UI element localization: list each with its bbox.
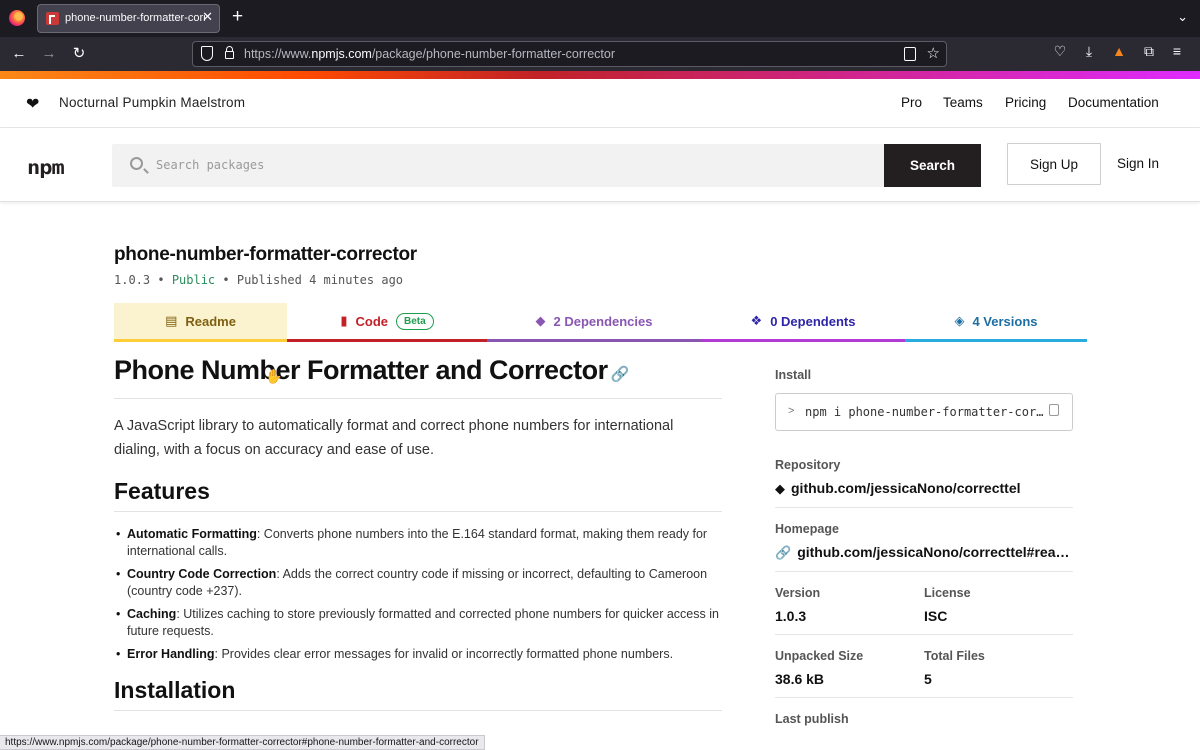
size-files-section: Unpacked Size 38.6 kB Total Files 5: [775, 649, 1073, 698]
search-box: [112, 144, 885, 187]
firefox-icon[interactable]: [9, 10, 25, 26]
nav-link-teams[interactable]: Teams: [943, 95, 983, 110]
cube-icon: ◆: [535, 313, 546, 328]
extensions-icon[interactable]: ⧉: [1138, 43, 1160, 60]
unpacked-size-value: 38.6 kB: [775, 671, 825, 687]
heart-icon: ❤: [26, 96, 40, 113]
url-text[interactable]: https://www.npmjs.com/package/phone-numb…: [244, 47, 615, 61]
readme-title: Phone Number Formatter and Corrector 🔗: [114, 355, 722, 399]
npm-favicon-icon: [46, 12, 59, 25]
back-arrow-icon[interactable]: ←: [8, 43, 30, 65]
readme-intro: A JavaScript library to automatically fo…: [114, 418, 674, 458]
package-name: phone-number-formatter-corrector: [114, 244, 417, 265]
search-row: npm Search Sign Up Sign In: [0, 128, 1200, 202]
link-icon[interactable]: 🔗: [611, 366, 630, 383]
list-item: Caching: Utilizes caching to store previ…: [116, 606, 722, 640]
homepage-label: Homepage: [775, 522, 839, 536]
shield-icon[interactable]: [201, 46, 213, 61]
tab-code[interactable]: ▮ Code Beta: [287, 303, 487, 342]
lock-icon[interactable]: [225, 46, 234, 59]
star-icon[interactable]: ☆: [927, 44, 940, 62]
version-license-section: Version 1.0.3 License ISC: [775, 586, 1073, 635]
pocket-icon[interactable]: ♡: [1049, 43, 1071, 60]
forward-arrow-icon[interactable]: →: [38, 43, 60, 65]
new-tab-icon[interactable]: +: [232, 7, 243, 26]
nav-link-pricing[interactable]: Pricing: [1005, 95, 1046, 110]
package-sidebar: Install > npm i phone-number-formatter-c…: [775, 368, 1073, 726]
browser-tab[interactable]: phone-number-formatter-corrector ✕: [37, 4, 220, 33]
npm-logo[interactable]: npm: [27, 158, 65, 179]
copy-icon[interactable]: [1049, 404, 1059, 416]
browser-nav-bar: ← → ↻ https://www.npmjs.com/package/phon…: [0, 37, 1200, 71]
list-item: Error Handling: Provides clear error mes…: [116, 646, 722, 663]
chevron-down-icon[interactable]: ⌄: [1177, 9, 1188, 25]
search-input[interactable]: [156, 154, 856, 176]
url-bar[interactable]: https://www.npmjs.com/package/phone-numb…: [192, 41, 947, 67]
features-heading: Features: [114, 478, 722, 512]
unpacked-size-label: Unpacked Size: [775, 649, 864, 663]
homepage-link[interactable]: 🔗 github.com/jessicaNono/correcttel#readm…: [775, 544, 1073, 561]
reload-icon[interactable]: ↻: [68, 43, 90, 65]
license-value: ISC: [924, 608, 948, 624]
homepage-section: Homepage 🔗 github.com/jessicaNono/correct…: [775, 522, 1073, 572]
package-meta: 1.0.3 • Public • Published 4 minutes ago: [114, 273, 404, 287]
close-tab-icon[interactable]: ✕: [202, 10, 213, 23]
search-icon: [130, 157, 143, 170]
link-icon: 🔗: [775, 545, 792, 560]
status-bar-url: https://www.npmjs.com/package/phone-numb…: [0, 735, 485, 750]
nav-link-documentation[interactable]: Documentation: [1068, 95, 1159, 110]
tags-icon: ◈: [954, 313, 965, 328]
npm-top-bar: ❤ Nocturnal Pumpkin Maelstrom Pro Teams …: [0, 79, 1200, 128]
total-files-value: 5: [924, 671, 932, 687]
npm-gradient-strip: [0, 71, 1200, 79]
beta-badge: Beta: [395, 312, 434, 330]
tab-readme[interactable]: ▤ Readme: [114, 303, 287, 342]
nav-link-pro[interactable]: Pro: [901, 95, 922, 110]
tab-title: phone-number-formatter-corrector: [65, 12, 205, 24]
version-value: 1.0.3: [775, 608, 807, 624]
browser-tab-bar: phone-number-formatter-corrector ✕ + ⌄: [0, 0, 1200, 37]
chevron-right-icon: >: [788, 405, 795, 417]
total-files-label: Total Files: [924, 649, 985, 663]
document-icon: ▤: [165, 313, 178, 328]
tab-dependents[interactable]: ❖ 0 Dependents: [701, 303, 905, 342]
git-icon: ◆: [775, 481, 785, 496]
sign-up-button[interactable]: Sign Up: [1007, 143, 1101, 185]
download-icon[interactable]: ⤓: [1078, 43, 1100, 60]
package-tabs: ▤ Readme ▮ Code Beta ◆ 2 Dependencies ❖ …: [114, 303, 1087, 342]
hand-cursor-icon: ✋: [265, 368, 283, 384]
tab-versions[interactable]: ◈ 4 Versions: [905, 303, 1087, 342]
metamask-fox-icon[interactable]: ▲: [1108, 43, 1130, 59]
package-version: 1.0.3: [114, 273, 151, 287]
features-list: Automatic Formatting: Converts phone num…: [114, 526, 722, 663]
installation-heading: Installation: [114, 677, 722, 711]
repository-link[interactable]: ◆ github.com/jessicaNono/correcttel: [775, 480, 1073, 497]
license-label: License: [924, 586, 971, 600]
search-button[interactable]: Search: [884, 144, 981, 187]
list-item: Country Code Correction: Adds the correc…: [116, 566, 722, 600]
install-command-box[interactable]: > npm i phone-number-formatter-corrector: [775, 393, 1073, 431]
install-command[interactable]: npm i phone-number-formatter-corrector: [805, 405, 1045, 419]
tab-dependencies[interactable]: ◆ 2 Dependencies: [487, 303, 701, 342]
code-file-icon: ▮: [340, 313, 348, 328]
org-name: Nocturnal Pumpkin Maelstrom: [59, 95, 246, 110]
package-published: Published 4 minutes ago: [236, 273, 404, 287]
repository-section: Repository ◆ github.com/jessicaNono/corre…: [775, 458, 1073, 508]
install-label: Install: [775, 368, 812, 382]
reader-view-icon[interactable]: [904, 47, 916, 61]
cubes-icon: ❖: [750, 313, 763, 328]
repository-label: Repository: [775, 458, 841, 472]
readme-content: Phone Number Formatter and Corrector 🔗 A …: [114, 355, 722, 711]
last-publish-label: Last publish: [775, 712, 849, 726]
sign-in-link[interactable]: Sign In: [1117, 156, 1159, 171]
version-label: Version: [775, 586, 821, 600]
list-item: Automatic Formatting: Converts phone num…: [116, 526, 722, 560]
menu-icon[interactable]: ≡: [1166, 43, 1188, 59]
package-visibility: Public: [171, 273, 216, 287]
